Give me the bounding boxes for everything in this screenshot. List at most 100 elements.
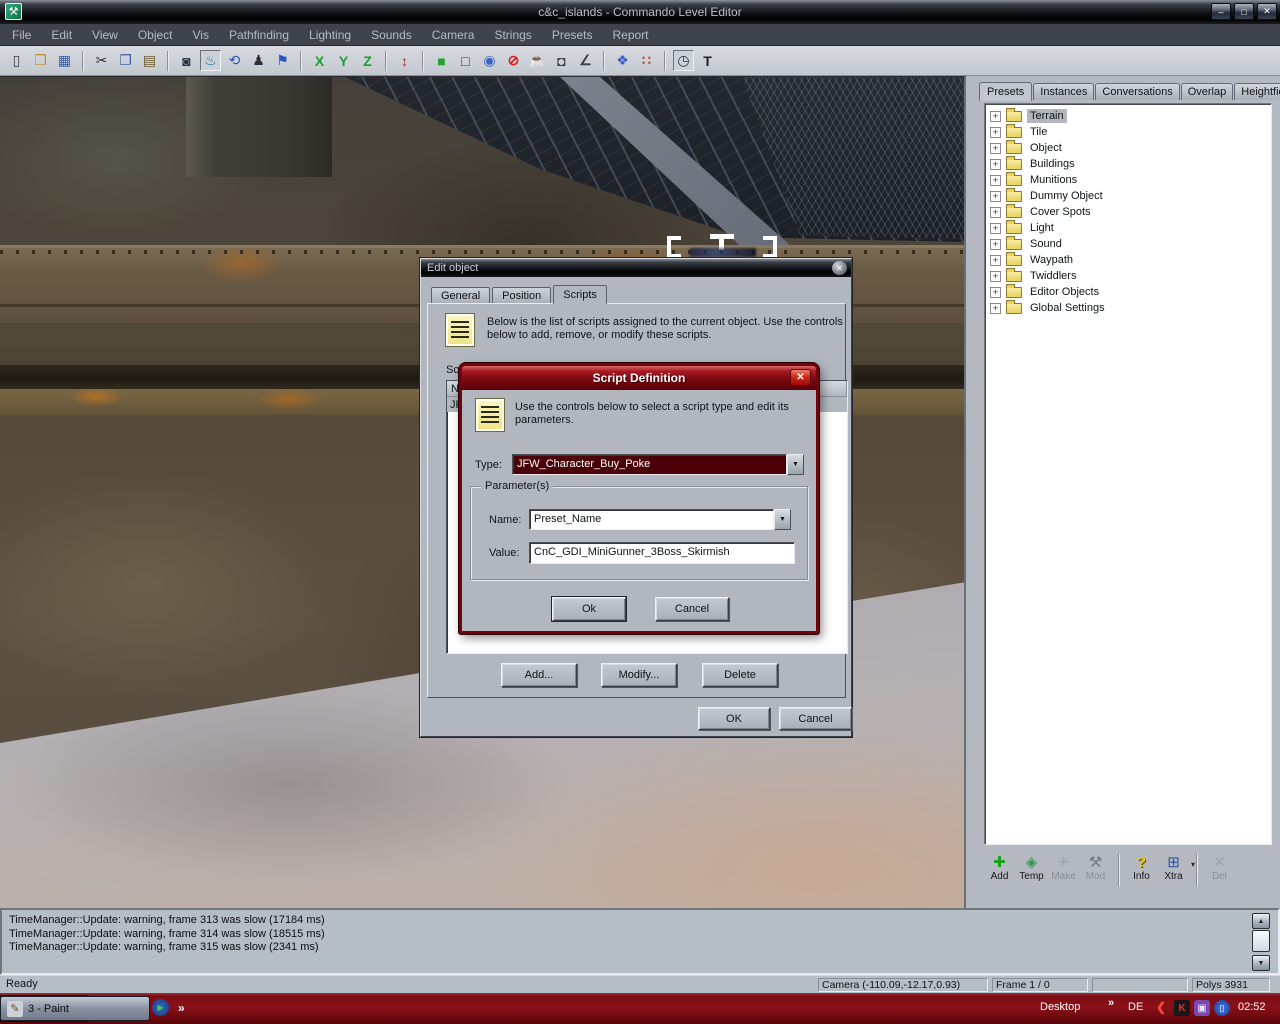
log-scrollbar[interactable]: ▲ ▼ [1252,913,1270,971]
presets-tree[interactable]: Terrain Tile Object Buildings [984,103,1272,845]
waypoint-flag-icon[interactable]: ⚑ [272,50,293,71]
selected-object[interactable] [690,248,756,257]
expand-plus-icon[interactable] [990,287,1001,298]
parameter-name-value[interactable]: Preset_Name [529,509,774,530]
text-tool-icon[interactable]: T [697,50,718,71]
modify-script-button[interactable]: Modify... [601,663,677,687]
parameter-value-input[interactable]: CnC_GDI_MiniGunner_3Boss_Skirmish [529,542,795,564]
quicklaunch-media-icon[interactable]: ▶ [152,999,169,1016]
new-file-icon[interactable]: ▯ [6,50,27,71]
info-button[interactable]: ? Info [1126,854,1157,882]
orbit-tool-icon[interactable]: ⟲ [224,50,245,71]
desktop-toolbar-label[interactable]: Desktop [1040,1001,1080,1013]
solid-mode-icon[interactable]: ■ [431,50,452,71]
wireframe-mode-icon[interactable]: □ [455,50,476,71]
expand-plus-icon[interactable] [990,255,1001,266]
hide-objects-icon[interactable]: ⊘ [503,50,524,71]
expand-plus-icon[interactable] [990,111,1001,122]
tray-collapse-icon[interactable]: ❮ [1156,1000,1166,1014]
tree-item-twiddlers[interactable]: Twiddlers [990,268,1271,284]
expand-plus-icon[interactable] [990,143,1001,154]
tree-item-dummy-object[interactable]: Dummy Object [990,188,1271,204]
expand-plus-icon[interactable] [990,191,1001,202]
window-titlebar[interactable]: ⚒ c&c_islands - Commando Level Editor –□… [0,0,1280,24]
tab-instances[interactable]: Instances [1033,83,1094,100]
script-definition-titlebar[interactable]: Script Definition [462,366,816,390]
menu-pathfinding[interactable]: Pathfinding [219,25,299,45]
script-type-value[interactable]: JFW_Character_Buy_Poke [512,454,787,475]
tree-item-global-settings[interactable]: Global Settings [990,300,1271,316]
tab-conversations[interactable]: Conversations [1095,83,1179,100]
expand-plus-icon[interactable] [990,271,1001,282]
chevron-down-icon[interactable]: ▼ [787,454,804,475]
copy-icon[interactable]: ❐ [115,50,136,71]
menu-report[interactable]: Report [603,25,659,45]
camera-tool-icon[interactable]: ◙ [176,50,197,71]
time-icon[interactable]: ◷ [673,50,694,71]
expand-plus-icon[interactable] [990,127,1001,138]
expand-plus-icon[interactable] [990,207,1001,218]
cut-icon[interactable]: ✂ [91,50,112,71]
xtra-button[interactable]: ⊞ Xtra ▾ [1158,854,1189,882]
open-file-icon[interactable]: ❒ [30,50,51,71]
save-icon[interactable]: ▦ [54,50,75,71]
script-definition-ok-button[interactable]: Ok [552,597,626,621]
menu-vis[interactable]: Vis [183,25,219,45]
lamp-icon[interactable]: ☕ [527,50,548,71]
chevron-down-icon[interactable]: ▼ [774,509,791,530]
task-paint[interactable]: ✎ 3 - Paint [0,996,150,1021]
parameter-name-combo[interactable]: Preset_Name ▼ [529,509,791,530]
tray-winfast-icon[interactable]: ▣ [1194,1000,1210,1016]
desktop-more-icon[interactable]: » [1108,997,1114,1009]
axis-x-icon[interactable]: X [309,50,330,71]
scroll-down-icon[interactable]: ▼ [1252,955,1270,971]
object-select-tool-icon[interactable]: ♨ [200,50,221,71]
expand-plus-icon[interactable] [990,223,1001,234]
edit-tab-general[interactable]: General [431,287,490,304]
tree-item-cover-spots[interactable]: Cover Spots [990,204,1271,220]
tree-item-editor-objects[interactable]: Editor Objects [990,284,1271,300]
menu-file[interactable]: File [2,25,41,45]
tree-item-terrain[interactable]: Terrain [990,108,1271,124]
show-objects-icon[interactable]: ◉ [479,50,500,71]
quick-launch-more-icon[interactable]: » [178,1001,185,1015]
camera-settings-icon[interactable]: ◘ [551,50,572,71]
menu-camera[interactable]: Camera [422,25,485,45]
tab-overlap[interactable]: Overlap [1181,83,1234,100]
tray-kaspersky-icon[interactable]: K [1174,1000,1190,1016]
tab-presets[interactable]: Presets [979,82,1032,101]
temp-preset-button[interactable]: ◈ Temp [1016,854,1047,882]
tree-item-buildings[interactable]: Buildings [990,156,1271,172]
expand-plus-icon[interactable] [990,175,1001,186]
menu-presets[interactable]: Presets [542,25,603,45]
close-button[interactable]: ✕ [1257,3,1277,20]
mod-button[interactable]: ⚒ Mod [1080,854,1111,882]
menu-object[interactable]: Object [128,25,183,45]
tray-scheduler-icon[interactable]: ▯ [1214,1000,1230,1016]
drop-object-icon[interactable]: ↕ [394,50,415,71]
paste-icon[interactable]: ▤ [139,50,160,71]
delete-script-button[interactable]: Delete [702,663,778,687]
scrollbar-thumb[interactable] [1252,930,1270,952]
expand-plus-icon[interactable] [990,303,1001,314]
maximize-button[interactable]: □ [1234,3,1254,20]
tree-item-light[interactable]: Light [990,220,1271,236]
edit-object-ok-button[interactable]: OK [698,707,770,730]
menu-lighting[interactable]: Lighting [299,25,361,45]
expand-plus-icon[interactable] [990,159,1001,170]
add-script-button[interactable]: Add... [501,663,577,687]
expand-plus-icon[interactable] [990,239,1001,250]
menu-view[interactable]: View [82,25,128,45]
script-definition-cancel-button[interactable]: Cancel [655,597,729,621]
zone-edit-icon[interactable]: ∠ [575,50,596,71]
script-type-combo[interactable]: JFW_Character_Buy_Poke ▼ [512,454,804,475]
minimize-button[interactable]: – [1211,3,1231,20]
menu-strings[interactable]: Strings [484,25,541,45]
edit-tab-position[interactable]: Position [492,287,551,304]
edit-object-cancel-button[interactable]: Cancel [779,707,852,730]
edit-tab-scripts[interactable]: Scripts [553,285,607,304]
language-indicator[interactable]: DE [1128,1001,1143,1013]
tree-item-waypath[interactable]: Waypath [990,252,1271,268]
tab-heightfield[interactable]: Heightfield [1234,83,1280,100]
edit-object-titlebar[interactable]: Edit object ✕ [421,259,851,277]
